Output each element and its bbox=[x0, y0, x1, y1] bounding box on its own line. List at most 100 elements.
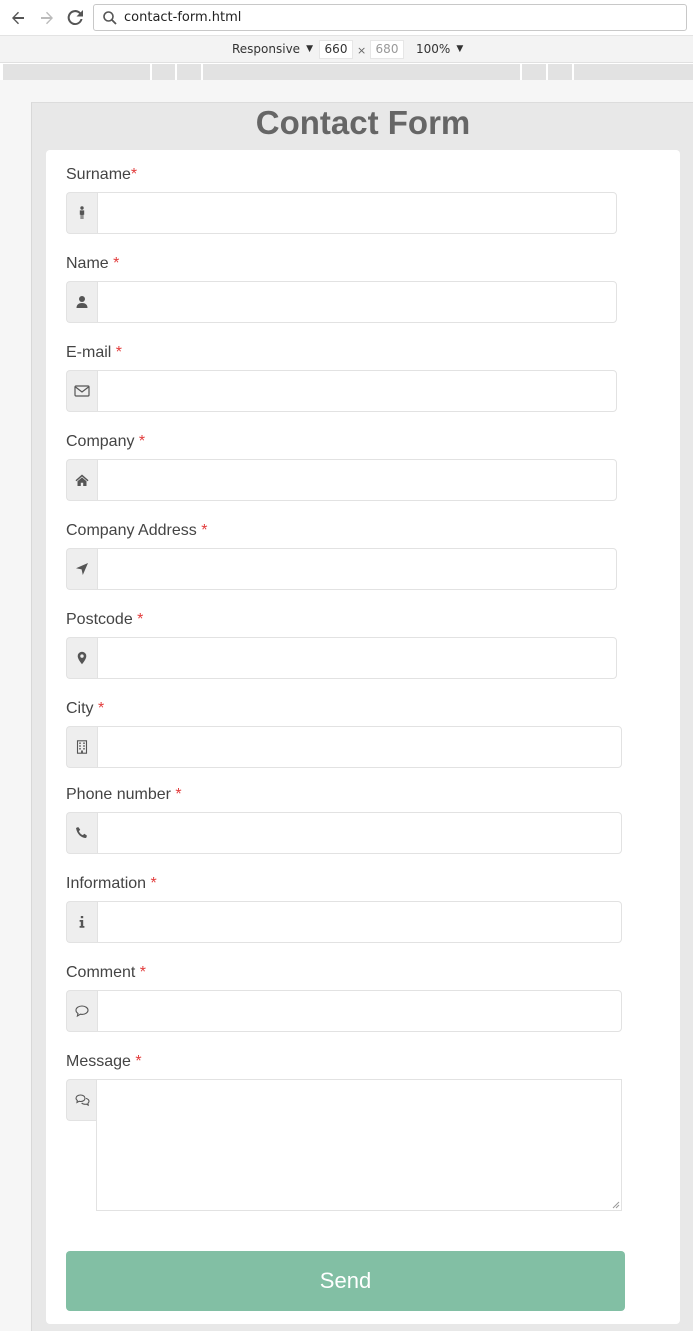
search-icon bbox=[103, 10, 117, 25]
dropdown-triangle-icon: ▼ bbox=[456, 44, 464, 54]
info-icon bbox=[79, 916, 85, 928]
dropdown-triangle-icon: ▼ bbox=[306, 44, 313, 54]
required-star: * bbox=[139, 964, 147, 981]
message-addon bbox=[66, 1079, 97, 1121]
back-button[interactable] bbox=[7, 7, 29, 29]
comment-addon bbox=[66, 990, 97, 1032]
envelope-icon bbox=[74, 385, 90, 397]
building-icon bbox=[76, 740, 88, 754]
required-star: * bbox=[137, 611, 144, 628]
message-label: Message * bbox=[66, 1053, 142, 1071]
address-bar[interactable]: contact-form.html bbox=[93, 4, 687, 31]
company-address-input[interactable] bbox=[97, 548, 617, 590]
company-label: Company * bbox=[66, 433, 145, 451]
phone-label: Phone number * bbox=[66, 786, 182, 804]
ruler-divider bbox=[201, 64, 203, 80]
email-label: E-mail * bbox=[66, 344, 122, 362]
comment-input[interactable] bbox=[97, 990, 622, 1032]
ruler-divider bbox=[175, 64, 177, 80]
postcode-label-text: Postcode bbox=[66, 611, 138, 628]
required-star: * bbox=[130, 166, 138, 183]
reload-button[interactable] bbox=[64, 7, 86, 29]
company-input[interactable] bbox=[97, 459, 617, 501]
company-input-group bbox=[66, 459, 617, 501]
comment-icon bbox=[75, 1005, 89, 1018]
city-input[interactable] bbox=[97, 726, 622, 768]
message-textarea[interactable] bbox=[96, 1079, 622, 1211]
form-title: Contact Form bbox=[255, 104, 471, 141]
information-input[interactable] bbox=[97, 901, 622, 943]
comment-label: Comment * bbox=[66, 964, 146, 982]
city-addon bbox=[66, 726, 97, 768]
email-input-group bbox=[66, 370, 617, 412]
responsive-mode-select[interactable]: Responsive ▼ bbox=[232, 42, 313, 56]
reload-icon bbox=[67, 10, 83, 26]
contact-form: Surname* Name * E-mail * Company * Compa… bbox=[46, 150, 680, 1324]
name-input[interactable] bbox=[97, 281, 617, 323]
postcode-addon bbox=[66, 637, 97, 679]
send-button[interactable]: Send bbox=[66, 1251, 625, 1311]
comment-input-group bbox=[66, 990, 622, 1032]
required-star: * bbox=[115, 344, 123, 361]
postcode-input[interactable] bbox=[97, 637, 617, 679]
arrow-left-icon bbox=[12, 11, 24, 25]
surname-input[interactable] bbox=[97, 192, 617, 234]
url-text: contact-form.html bbox=[124, 10, 242, 25]
media-query-ruler[interactable] bbox=[3, 64, 693, 80]
company-address-addon bbox=[66, 548, 97, 590]
zoom-select[interactable]: 100% ▼ bbox=[416, 42, 463, 56]
email-label-text: E-mail bbox=[66, 344, 116, 361]
city-input-group bbox=[66, 726, 622, 768]
required-star: * bbox=[98, 700, 105, 717]
message-label-text: Message bbox=[66, 1053, 136, 1070]
home-icon bbox=[75, 474, 89, 486]
required-star: * bbox=[201, 522, 208, 539]
male-icon bbox=[79, 206, 85, 219]
map-marker-icon bbox=[77, 651, 87, 665]
surname-label: Surname* bbox=[66, 166, 137, 184]
message-input-group bbox=[66, 1079, 622, 1211]
company-address-label-text: Company Address bbox=[66, 522, 202, 539]
comment-label-text: Comment bbox=[66, 964, 140, 981]
company-addon bbox=[66, 459, 97, 501]
city-label-text: City bbox=[66, 700, 98, 717]
browser-toolbar: contact-form.html bbox=[0, 0, 693, 36]
email-addon bbox=[66, 370, 97, 412]
page-frame: Contact Form Surname* Name * E-mail * Co… bbox=[31, 102, 693, 1331]
postcode-label: Postcode * bbox=[66, 611, 143, 629]
dimension-separator: × bbox=[357, 44, 367, 57]
forward-button[interactable] bbox=[36, 7, 58, 29]
location-arrow-icon bbox=[76, 563, 88, 575]
phone-input[interactable] bbox=[97, 812, 622, 854]
required-star: * bbox=[138, 433, 146, 450]
surname-input-group bbox=[66, 192, 617, 234]
name-label-text: Name bbox=[66, 255, 114, 272]
ruler-divider bbox=[150, 64, 152, 80]
responsive-mode-label: Responsive bbox=[232, 42, 301, 56]
phone-input-group bbox=[66, 812, 622, 854]
phone-icon bbox=[76, 827, 87, 838]
viewport-width-input[interactable]: 660 bbox=[319, 40, 353, 59]
viewport-height-input[interactable]: 680 bbox=[370, 40, 404, 59]
comments-icon bbox=[74, 1094, 90, 1107]
name-label: Name * bbox=[66, 255, 119, 273]
postcode-input-group bbox=[66, 637, 617, 679]
ruler-divider bbox=[572, 64, 574, 80]
zoom-label: 100% bbox=[416, 42, 451, 56]
information-addon bbox=[66, 901, 97, 943]
surname-addon bbox=[66, 192, 97, 234]
city-label: City * bbox=[66, 700, 104, 718]
required-star: * bbox=[135, 1053, 142, 1070]
user-icon bbox=[76, 296, 88, 308]
ruler-divider bbox=[520, 64, 522, 80]
required-star: * bbox=[150, 875, 157, 892]
email-input[interactable] bbox=[97, 370, 617, 412]
phone-label-text: Phone number bbox=[66, 786, 176, 803]
information-label-text: Information bbox=[66, 875, 151, 892]
company-label-text: Company bbox=[66, 433, 139, 450]
resize-handle-icon[interactable] bbox=[612, 1201, 620, 1209]
information-input-group bbox=[66, 901, 622, 943]
ruler-divider bbox=[546, 64, 548, 80]
required-star: * bbox=[113, 255, 120, 272]
information-label: Information * bbox=[66, 875, 157, 893]
